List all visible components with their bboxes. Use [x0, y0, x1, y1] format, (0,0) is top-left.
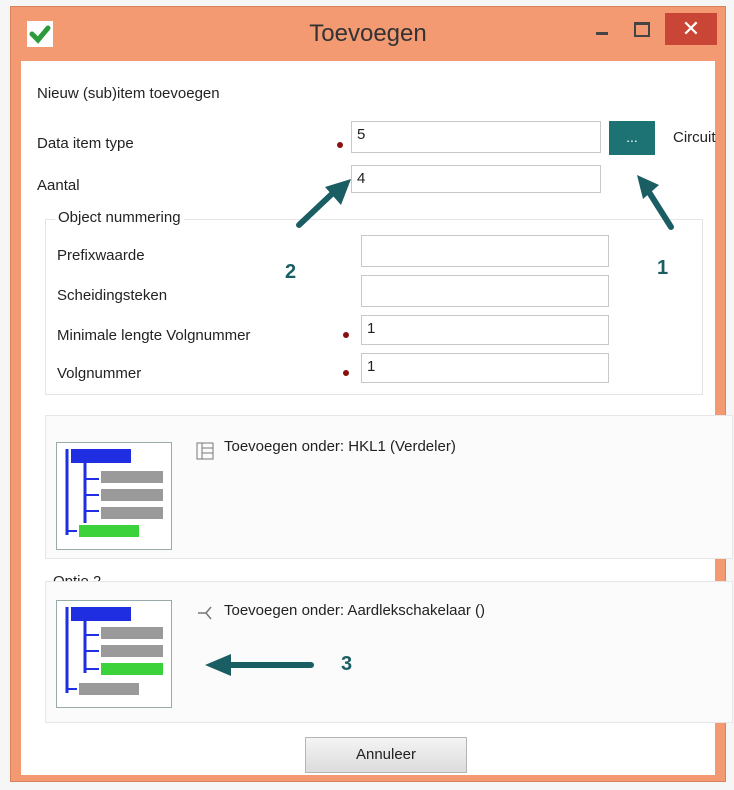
required-marker [337, 142, 343, 148]
prefix-label: Prefixwaarde [57, 247, 145, 264]
option1-tree-image [56, 442, 172, 550]
form-header: Nieuw (sub)item toevoegen [37, 85, 220, 102]
volgnummer-input[interactable]: 1 [361, 353, 609, 383]
annotation-arrow-3 [205, 654, 314, 676]
close-icon: ✕ [681, 16, 701, 41]
circuit-label: Circuit [673, 129, 716, 146]
min-lengte-input[interactable]: 1 [361, 315, 609, 345]
required-marker [343, 370, 349, 376]
aantal-input[interactable]: 4 [351, 165, 601, 193]
minimize-button[interactable] [585, 13, 619, 45]
annotation-number-2: 2 [285, 261, 297, 283]
option1-text: Toevoegen onder: HKL1 (Verdeler) [224, 438, 456, 455]
annotation-number-3: 3 [341, 653, 353, 675]
close-button[interactable]: ✕ [665, 13, 717, 45]
annotation-arrow-2 [296, 179, 351, 228]
scheidingsteken-label: Scheidingsteken [57, 287, 168, 304]
data-item-type-input[interactable]: 5 [351, 121, 601, 153]
maximize-icon [634, 21, 650, 37]
cancel-button[interactable]: Annuleer [305, 737, 467, 773]
object-nummering-title: Object nummering [55, 209, 184, 226]
required-marker [343, 332, 349, 338]
aantal-label: Aantal [37, 177, 80, 194]
minimize-icon [596, 31, 608, 35]
option2-panel[interactable]: Toevoegen onder: Aardlekschakelaar () [45, 581, 733, 723]
volgnummer-label: Volgnummer [57, 365, 142, 382]
option2-text: Toevoegen onder: Aardlekschakelaar () [224, 602, 485, 619]
maximize-button[interactable] [625, 13, 659, 45]
option1-panel[interactable]: Toevoegen onder: HKL1 (Verdeler) [45, 415, 733, 559]
browse-button[interactable]: ... [609, 121, 655, 155]
min-lengte-label: Minimale lengte Volgnummer [57, 327, 251, 344]
annotation-number-1: 1 [657, 257, 669, 279]
option2-tree-image [56, 600, 172, 708]
scheidingsteken-input[interactable] [361, 275, 609, 307]
data-item-type-label: Data item type [37, 135, 134, 152]
prefix-input[interactable] [361, 235, 609, 267]
title-bar[interactable]: Toevoegen ✕ [11, 7, 725, 61]
branch-icon [198, 606, 212, 620]
dialog-window: Toevoegen ✕ Nieuw (sub)item toevoegen Da… [10, 6, 733, 782]
annotation-arrow-1 [637, 175, 674, 230]
dialog-content: Nieuw (sub)item toevoegen Data item type… [21, 61, 733, 775]
tree-structure-icon [196, 442, 214, 460]
